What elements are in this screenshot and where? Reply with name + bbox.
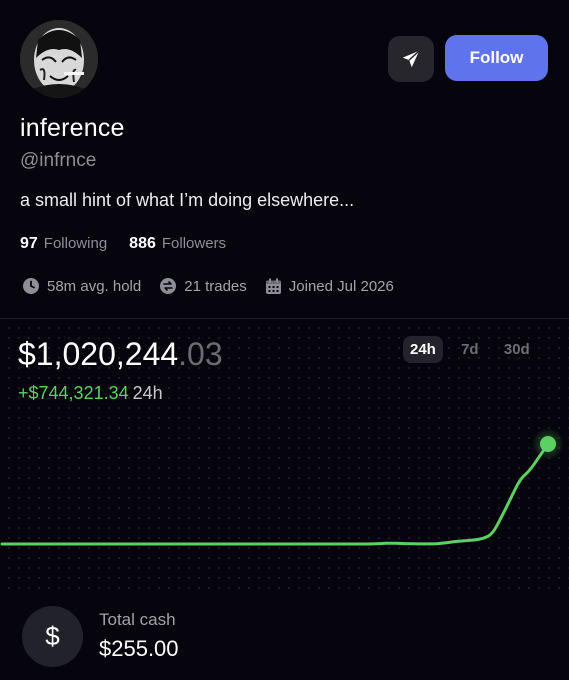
profile-meta-row: 58m avg. hold 21 trades Joined Jul 2026 xyxy=(22,277,412,295)
portfolio-value-cents: .03 xyxy=(178,336,223,372)
tab-30d[interactable]: 30d xyxy=(497,336,537,363)
bio-text: a small hint of what I’m doing elsewhere… xyxy=(20,190,355,210)
tab-24h[interactable]: 24h xyxy=(403,336,443,363)
clock-icon xyxy=(23,278,39,294)
followers-label: Followers xyxy=(161,235,227,252)
chart-line xyxy=(0,442,550,546)
follow-button[interactable]: Follow xyxy=(445,35,548,81)
user-handle: @infrnce xyxy=(20,150,97,171)
followers-count: 886 xyxy=(129,235,156,252)
portfolio-value-main: $1,020,244 xyxy=(18,336,179,372)
tab-7d[interactable]: 7d xyxy=(453,336,487,363)
share-button[interactable] xyxy=(388,36,434,82)
portfolio-chart[interactable] xyxy=(0,400,569,590)
trades-text: 21 trades xyxy=(184,277,247,295)
avg-hold-item: 58m avg. hold xyxy=(22,277,141,295)
dollar-icon: $ xyxy=(22,606,83,667)
avatar[interactable] xyxy=(20,20,98,98)
display-name: inference xyxy=(20,114,125,142)
following-stat[interactable]: 97 Following xyxy=(20,235,107,253)
send-icon xyxy=(402,50,420,68)
calendar-icon xyxy=(265,278,281,294)
profile-page: Follow inference @infrnce a small hint o… xyxy=(0,0,569,680)
avg-hold-text: 58m avg. hold xyxy=(47,277,142,295)
joined-item: Joined Jul 2026 xyxy=(265,278,394,295)
followers-stat[interactable]: 886 Followers xyxy=(129,235,226,253)
trades-item: 21 trades xyxy=(159,277,247,295)
swap-icon xyxy=(160,278,177,294)
joined-text: Joined Jul 2026 xyxy=(288,277,394,295)
cash-label: Total cash xyxy=(99,610,176,629)
following-label: Following xyxy=(43,235,108,252)
follow-stats: 97 Following 886 Followers xyxy=(20,235,248,253)
cash-value: $255.00 xyxy=(99,636,179,661)
chart-end-point xyxy=(540,436,556,452)
portfolio-value: $1,020,244.03 xyxy=(18,336,223,373)
range-tabs: 24h 7d 30d xyxy=(403,336,537,363)
following-count: 97 xyxy=(20,235,38,252)
